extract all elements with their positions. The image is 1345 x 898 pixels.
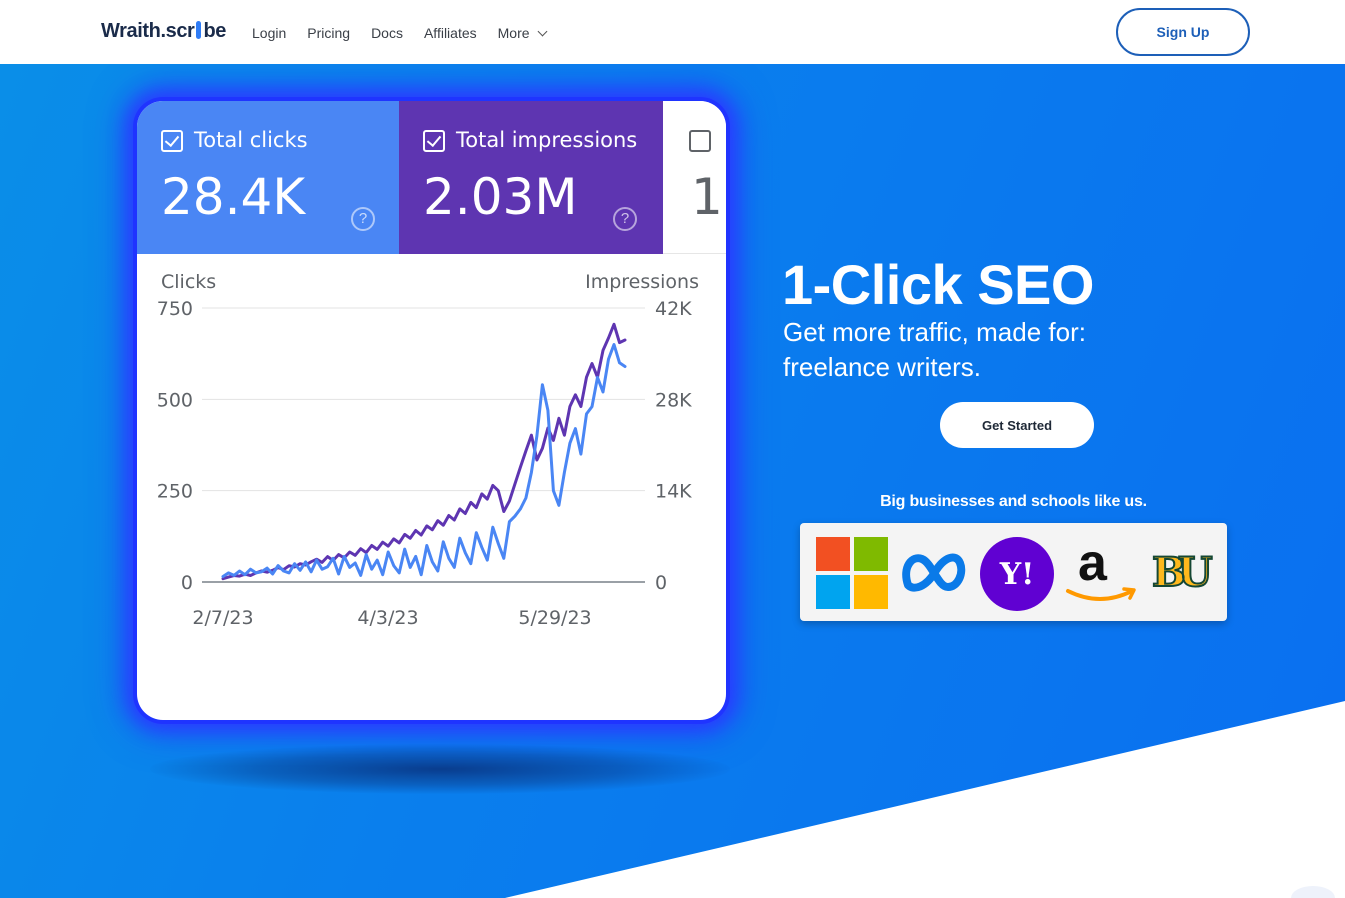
- x-tick: 5/29/23: [518, 607, 591, 629]
- impressions-series-line: [221, 322, 627, 581]
- y-tick-left: 250: [157, 481, 193, 503]
- x-tick: 2/7/23: [192, 607, 253, 629]
- brand-text-right: be: [203, 20, 226, 42]
- hero-subline-2: freelance writers.: [783, 352, 981, 382]
- amazon-letter: a: [1078, 534, 1107, 592]
- top-nav: Wraith.scr be Login Pricing Docs Affiliat…: [0, 0, 1345, 64]
- y-axis-left-title: Clicks: [161, 271, 216, 293]
- y-tick-right: 14K: [655, 481, 692, 503]
- tile-label: Total impressions: [456, 128, 638, 152]
- nav-more-label: More: [497, 25, 530, 41]
- ctr-tile-partial[interactable]: 1.: [663, 101, 726, 254]
- tile-value: 28.4K: [161, 168, 306, 226]
- customer-logos-strip: Y! a BU: [800, 523, 1227, 621]
- checkbox-checked-icon[interactable]: [161, 130, 183, 152]
- brand-text-mid: aith.scr: [126, 20, 195, 42]
- y-tick-left: 500: [157, 389, 193, 411]
- nav-links: Login Pricing Docs Affiliates More: [252, 25, 547, 41]
- hero-headline: 1-Click SEO: [782, 253, 1094, 316]
- yahoo-logo: Y!: [980, 537, 1054, 611]
- get-started-button[interactable]: Get Started: [940, 402, 1094, 448]
- baylor-logo: BU: [1151, 548, 1214, 597]
- pen-icon: [196, 21, 202, 39]
- sign-up-button[interactable]: Sign Up: [1116, 8, 1250, 56]
- y-tick-left: 0: [181, 572, 193, 594]
- y-tick-right: 28K: [655, 389, 692, 411]
- y-axis-right-title: Impressions: [585, 271, 699, 293]
- help-icon[interactable]: ?: [351, 207, 375, 231]
- total-impressions-tile[interactable]: Total impressions 2.03M ?: [399, 101, 663, 254]
- microsoft-logo: [816, 537, 888, 609]
- trust-text: Big businesses and schools like us.: [880, 493, 1147, 510]
- nav-link-pricing[interactable]: Pricing: [307, 25, 350, 41]
- clicks-series-line: [221, 343, 627, 578]
- nav-link-docs[interactable]: Docs: [371, 25, 403, 41]
- tile-value: 1.: [691, 168, 726, 226]
- checkbox-checked-icon[interactable]: [423, 130, 445, 152]
- amazon-logo: a: [1064, 533, 1140, 609]
- metric-tiles: Total clicks 28.4K ? Total impressions 2…: [137, 101, 726, 254]
- search-console-card: Total clicks 28.4K ? Total impressions 2…: [137, 101, 726, 720]
- brand-logo[interactable]: Wraith.scr be: [101, 20, 226, 43]
- total-clicks-tile[interactable]: Total clicks 28.4K ?: [137, 101, 399, 254]
- x-tick: 4/3/23: [357, 607, 418, 629]
- nav-link-affiliates[interactable]: Affiliates: [424, 25, 477, 41]
- hero-subline: Get more traffic, made for: freelance wr…: [783, 315, 1086, 385]
- y-tick-right: 0: [655, 572, 667, 594]
- card-shadow: [150, 744, 730, 794]
- tile-label: Total clicks: [194, 128, 308, 152]
- help-icon[interactable]: ?: [613, 207, 637, 231]
- y-tick-right: 42K: [655, 298, 692, 320]
- meta-logo: [902, 553, 966, 592]
- hero-section: Total clicks 28.4K ? Total impressions 2…: [0, 64, 1345, 898]
- checkbox-unchecked-icon[interactable]: [689, 130, 711, 152]
- tile-value: 2.03M: [423, 168, 578, 226]
- brand-text-left: Wr: [101, 20, 127, 42]
- y-tick-left: 750: [157, 298, 193, 320]
- hero-subline-1: Get more traffic, made for:: [783, 317, 1086, 347]
- nav-more-dropdown[interactable]: More: [497, 25, 547, 41]
- amazon-smile-icon: [1066, 587, 1136, 601]
- chevron-down-icon: [537, 26, 547, 36]
- nav-link-login[interactable]: Login: [252, 25, 286, 41]
- performance-chart: Clicks Impressions 750 42K 500 28K 250 14K 0 0 2/7…: [157, 271, 699, 629]
